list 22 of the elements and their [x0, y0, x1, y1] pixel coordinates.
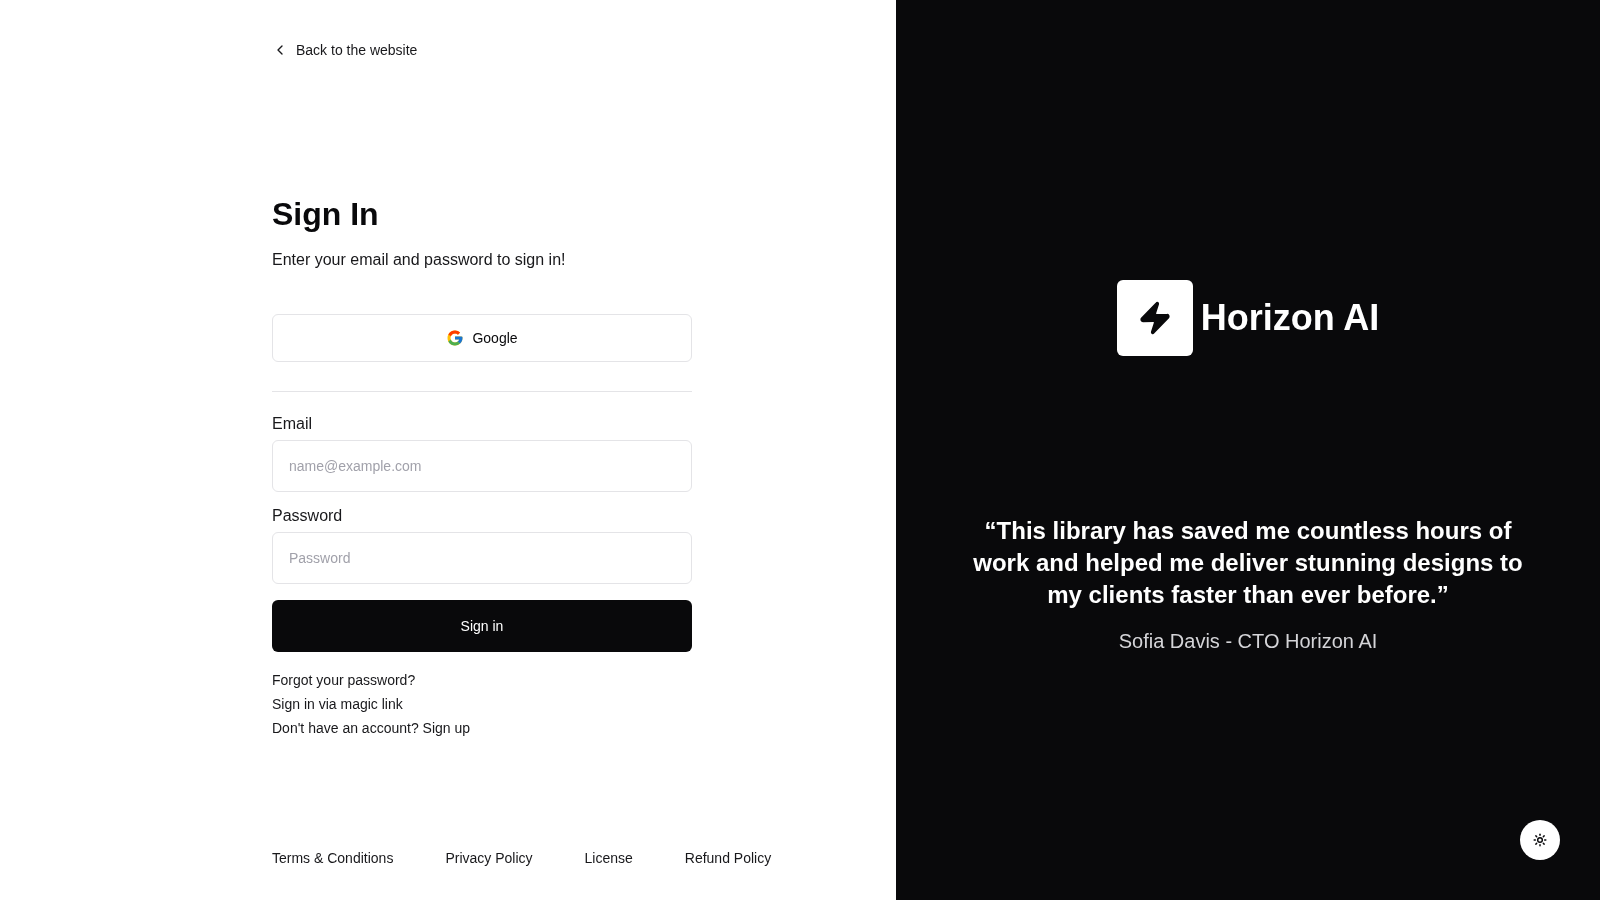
footer-link[interactable]: License	[584, 848, 633, 868]
subtitle: Enter your email and password to sign in!	[272, 250, 567, 270]
input-field[interactable]: name@example.com	[272, 440, 692, 492]
quote-text: “This library has saved me countless hours of work and helped me deliver stunning designs to my clients faster than ever before.”	[972, 516, 1524, 610]
lightning-logo-icon	[1116, 280, 1193, 356]
field-label: Email	[272, 414, 313, 434]
quote-author: Sofia Davis - CTO Horizon AI	[1118, 629, 1378, 654]
g-logo-icon	[446, 329, 465, 347]
auth-link[interactable]: Sign in via magic link	[272, 692, 403, 716]
brand-name: Horizon AI	[1200, 298, 1380, 338]
auth-link[interactable]: Don't have an account? Sign up	[272, 716, 471, 740]
footer-link[interactable]: Privacy Policy	[445, 848, 533, 868]
google-button[interactable]: Google	[272, 314, 692, 362]
field-label: Password	[272, 506, 344, 526]
footer-link[interactable]: Terms & Conditions	[272, 848, 394, 868]
sign-in-button[interactable]: Sign in	[272, 600, 692, 652]
page-title: Sign In	[272, 195, 380, 234]
footer-link[interactable]: Refund Policy	[684, 848, 772, 868]
back-link[interactable]: Back to the website	[272, 40, 418, 60]
auth-link[interactable]: Forgot your password?	[272, 668, 416, 692]
sun-icon	[1533, 833, 1547, 847]
input-field[interactable]: Password	[272, 532, 692, 584]
